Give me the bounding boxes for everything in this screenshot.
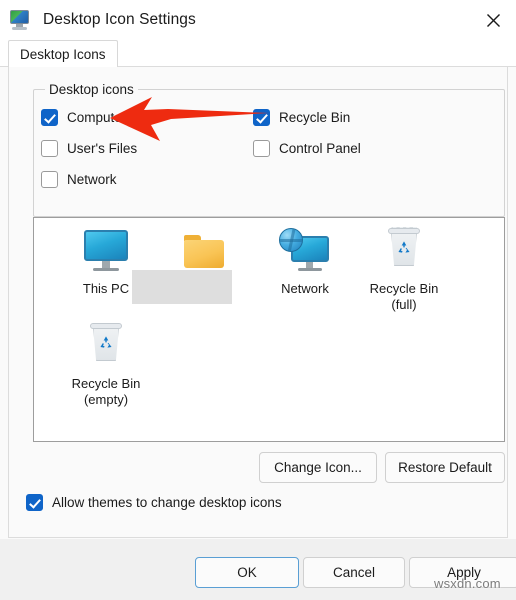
change-icon-button[interactable]: Change Icon...	[259, 452, 377, 483]
redaction-overlay	[132, 270, 232, 304]
checkbox-row-allow-themes[interactable]: Allow themes to change desktop icons	[26, 494, 282, 511]
preview-label-network: Network	[281, 281, 329, 296]
close-icon[interactable]	[470, 0, 516, 40]
checkbox-label-computer: Computer	[67, 110, 127, 125]
restore-default-button-label: Restore Default	[398, 460, 492, 475]
restore-default-button[interactable]: Restore Default	[385, 452, 505, 483]
preview-item-recycle-bin-empty[interactable]: Recycle Bin (empty)	[56, 323, 156, 408]
checkbox-allow-themes[interactable]	[26, 494, 43, 511]
ok-button-label: OK	[237, 565, 257, 580]
preview-sublabel-recycle-bin-empty: (empty)	[83, 392, 129, 407]
watermark: wsxdn.com	[434, 576, 501, 591]
checkbox-label-recycle-bin: Recycle Bin	[279, 110, 351, 125]
recycle-bin-full-icon	[378, 227, 430, 276]
checkbox-row-control-panel[interactable]: Control Panel	[253, 140, 361, 157]
checkbox-row-network[interactable]: Network	[41, 171, 117, 188]
desktop-icons-groupbox-label: Desktop icons	[45, 82, 138, 97]
checkbox-recycle-bin[interactable]	[253, 109, 270, 126]
tab-page-body: Desktop icons Computer Recycle Bin User'…	[8, 67, 508, 538]
window-title: Desktop Icon Settings	[43, 11, 196, 28]
preview-item-network[interactable]: Network	[255, 228, 355, 297]
icon-preview-pane[interactable]: This PC Network Recycle Bin (full) Recyc…	[33, 217, 505, 442]
checkbox-label-network: Network	[67, 172, 117, 187]
change-icon-button-label: Change Icon...	[274, 460, 362, 475]
this-pc-icon	[80, 228, 132, 276]
tab-label: Desktop Icons	[20, 46, 106, 62]
cancel-button-label: Cancel	[332, 565, 376, 580]
tab-desktop-icons[interactable]: Desktop Icons	[8, 40, 118, 67]
preview-label-recycle-bin-full: Recycle Bin	[369, 281, 439, 296]
network-icon	[279, 228, 331, 276]
title-bar: Desktop Icon Settings	[0, 0, 516, 40]
checkbox-control-panel[interactable]	[253, 140, 270, 157]
checkbox-label-allow-themes: Allow themes to change desktop icons	[52, 495, 282, 510]
folder-icon	[178, 228, 230, 276]
tab-strip: Desktop Icons	[0, 40, 516, 67]
preview-item-recycle-bin-full[interactable]: Recycle Bin (full)	[354, 227, 454, 313]
checkbox-users-files[interactable]	[41, 140, 58, 157]
checkbox-network[interactable]	[41, 171, 58, 188]
desktop-monitor-icon	[9, 9, 31, 31]
preview-sublabel-recycle-bin-full: (full)	[391, 297, 417, 312]
checkbox-row-recycle-bin[interactable]: Recycle Bin	[253, 109, 350, 126]
recycle-bin-empty-icon	[80, 323, 132, 371]
checkbox-row-users-files[interactable]: User's Files	[41, 140, 137, 157]
checkbox-row-computer[interactable]: Computer	[41, 109, 126, 126]
checkbox-label-control-panel: Control Panel	[279, 141, 361, 156]
cancel-button[interactable]: Cancel	[303, 557, 405, 588]
tab-page: Desktop icons Computer Recycle Bin User'…	[0, 67, 516, 539]
ok-button[interactable]: OK	[195, 557, 299, 588]
checkbox-label-users-files: User's Files	[67, 141, 138, 156]
preview-label-recycle-bin-empty: Recycle Bin	[71, 376, 141, 391]
checkbox-computer[interactable]	[41, 109, 58, 126]
